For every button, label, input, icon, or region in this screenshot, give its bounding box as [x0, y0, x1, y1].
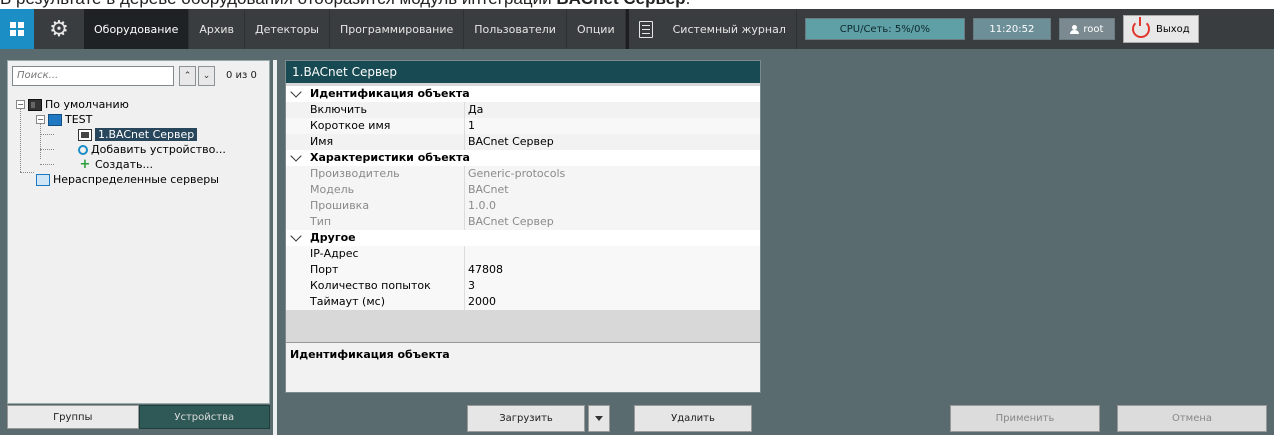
property-row-model: Модель BACnet	[286, 182, 760, 198]
properties-title: 1.BACnet Сервер	[286, 61, 760, 83]
document-caption: В результате в дереве оборудования отобр…	[0, 0, 1274, 9]
tree-node-create[interactable]: + Создать...	[78, 157, 153, 172]
tree-node-bacnet-server[interactable]: 1.BACnet Сервер	[78, 127, 198, 142]
devices-tab[interactable]: Устройства	[138, 405, 270, 429]
section-characteristics[interactable]: Характеристики объекта	[286, 150, 760, 166]
search-icon	[78, 144, 88, 155]
chevron-down-icon[interactable]	[290, 150, 302, 162]
caption-bold: BACnet Сервер	[556, 0, 685, 8]
property-row-port[interactable]: Порт 47808	[286, 262, 760, 278]
plus-icon: +	[79, 156, 91, 172]
gear-icon[interactable]: ⚙	[34, 9, 84, 49]
description-title: Идентификация объекта	[290, 348, 450, 361]
tab-detectors[interactable]: Детекторы	[245, 9, 330, 49]
tree-node-unassigned[interactable]: Нераспределенные серверы	[36, 172, 219, 187]
search-counter: 0 из 0	[226, 70, 257, 81]
collapse-icon[interactable]: −	[16, 100, 25, 109]
tab-users[interactable]: Пользователи	[464, 9, 567, 49]
monitor-icon	[36, 173, 50, 186]
top-bar: ⚙ Оборудование Архив Детекторы Программи…	[0, 9, 1274, 49]
properties-panel: 1.BACnet Сервер Идентификация объекта Вк…	[285, 60, 761, 393]
domain-icon	[48, 113, 62, 126]
tree-node-test[interactable]: − TEST	[36, 112, 92, 127]
delete-button[interactable]: Удалить	[634, 405, 752, 432]
chevron-down-icon	[595, 416, 603, 421]
search-next-button[interactable]: ⌄	[198, 66, 215, 86]
chevron-down-icon[interactable]	[290, 86, 302, 98]
apply-button[interactable]: Применить	[950, 405, 1100, 432]
device-tree-panel: Поиск... ⌃ ⌄ 0 из 0 − По умолчанию − TES…	[7, 60, 270, 404]
user-name: root	[1083, 23, 1104, 35]
cancel-button[interactable]: Отмена	[1117, 405, 1267, 432]
journal-icon[interactable]	[628, 9, 663, 49]
tab-archive[interactable]: Архив	[189, 9, 245, 49]
user-icon	[1070, 24, 1080, 34]
tree-node-add-device[interactable]: Добавить устройство...	[78, 142, 226, 157]
caption-text: В результате в дереве оборудования отобр…	[0, 0, 556, 8]
system-journal-button[interactable]: Системный журнал	[663, 9, 797, 49]
property-row-ip[interactable]: IP-Адрес	[286, 246, 760, 262]
property-row-type: Тип BACnet Сервер	[286, 214, 760, 230]
device-icon	[78, 128, 92, 141]
property-row-name[interactable]: Имя BACnet Сервер	[286, 134, 760, 150]
property-row-firmware: Прошивка 1.0.0	[286, 198, 760, 214]
tree-mode-switch: Группы Устройства	[7, 405, 270, 429]
server-group-icon	[28, 98, 42, 111]
chevron-down-icon[interactable]	[290, 230, 302, 242]
cpu-network-status: CPU/Сеть: 5%/0%	[804, 18, 965, 40]
search-prev-button[interactable]: ⌃	[179, 66, 196, 86]
section-other[interactable]: Другое	[286, 230, 760, 246]
collapse-icon[interactable]: −	[36, 115, 45, 124]
tab-options[interactable]: Опции	[567, 9, 626, 49]
logout-label: Выход	[1156, 23, 1190, 35]
caption-suffix: .	[686, 0, 691, 8]
tab-equipment[interactable]: Оборудование	[84, 9, 190, 49]
load-button[interactable]: Загрузить	[467, 405, 585, 432]
tab-programming[interactable]: Программирование	[330, 9, 465, 49]
section-identification[interactable]: Идентификация объекта	[286, 86, 760, 102]
power-icon	[1132, 17, 1150, 38]
clock: 11:20:52	[972, 18, 1051, 40]
description-box: Идентификация объекта	[286, 342, 760, 392]
property-row-retries[interactable]: Количество попыток 3	[286, 278, 760, 294]
property-row-timeout[interactable]: Таймаут (мс) 2000	[286, 294, 760, 310]
property-row-short-name[interactable]: Короткое имя 1	[286, 118, 760, 134]
load-dropdown-button[interactable]	[588, 405, 610, 432]
user-badge[interactable]: root	[1058, 18, 1115, 40]
tree-node-default[interactable]: − По умолчанию	[16, 97, 129, 112]
groups-tab[interactable]: Группы	[7, 405, 139, 429]
property-row-enable[interactable]: Включить Да	[286, 102, 760, 118]
logout-button[interactable]: Выход	[1122, 15, 1199, 43]
search-input[interactable]: Поиск...	[12, 66, 174, 86]
panel-splitter[interactable]	[273, 60, 277, 435]
apps-grid-icon[interactable]	[0, 9, 34, 49]
property-row-vendor: Производитель Generic-protocols	[286, 166, 760, 182]
